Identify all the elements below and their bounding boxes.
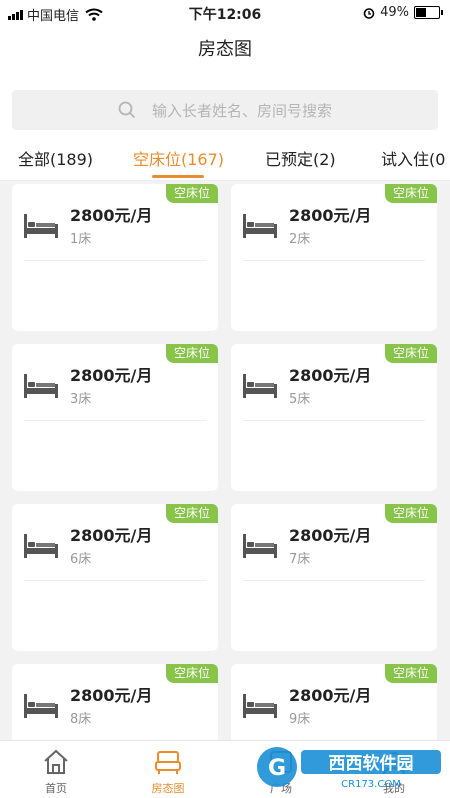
room-price: 2800元/月 [70, 206, 153, 225]
bed-number: 9床 [289, 712, 311, 727]
filter-tabs: 全部(189) 空床位(167) 已预定(2) 试入住(0 [0, 138, 450, 181]
watermark-sub: CR173.COM [341, 779, 401, 790]
room-card[interactable]: 空床位 2800元/月 3床 [12, 344, 218, 491]
divider [24, 420, 206, 421]
search-icon [118, 101, 136, 119]
room-card[interactable]: 空床位 2800元/月 2床 [231, 184, 437, 331]
bed-number: 1床 [70, 232, 92, 247]
status-bar: 中国电信 下午12:06 49% [0, 0, 450, 26]
bed-number: 3床 [70, 392, 92, 407]
search-placeholder: 输入长者姓名、房间号搜索 [151, 101, 332, 120]
watermark-logo-letter: G [268, 756, 286, 781]
room-price: 2800元/月 [289, 206, 372, 225]
room-card[interactable]: 空床位 2800元/月 9床 [231, 664, 437, 740]
room-price: 2800元/月 [70, 686, 153, 705]
room-price: 2800元/月 [289, 366, 372, 385]
tabbar-room-status[interactable]: 房态图 [112, 741, 224, 798]
tab-all[interactable]: 全部(189) [18, 146, 93, 170]
status-badge: 空床位 [385, 664, 437, 683]
room-grid: 空床位 2800元/月 1床 空床位 2800元/月 2床 空床位 2800元/… [0, 181, 450, 740]
watermark-logo: G 西西软件园 CR173.COM [257, 747, 441, 790]
room-card[interactable]: 空床位 2800元/月 7床 [231, 504, 437, 651]
bed-number: 6床 [70, 552, 92, 567]
active-tab-indicator [152, 175, 204, 178]
bed-icon [24, 374, 58, 398]
bed-icon [243, 214, 277, 238]
status-badge: 空床位 [166, 664, 218, 683]
status-right: 49% [363, 5, 443, 20]
divider [243, 420, 425, 421]
status-badge: 空床位 [385, 344, 437, 363]
room-card[interactable]: 空床位 2800元/月 6床 [12, 504, 218, 651]
status-badge: 空床位 [166, 504, 218, 523]
bed-icon [24, 694, 58, 718]
bed-number: 7床 [289, 552, 311, 567]
status-badge: 空床位 [166, 184, 218, 203]
tabbar-room-status-label: 房态图 [151, 782, 185, 795]
room-card[interactable]: 空床位 2800元/月 5床 [231, 344, 437, 491]
room-price: 2800元/月 [70, 526, 153, 545]
bed-number: 8床 [70, 712, 92, 727]
alarm-icon [363, 7, 375, 19]
bed-icon [243, 374, 277, 398]
room-card[interactable]: 空床位 2800元/月 8床 [12, 664, 218, 740]
tab-trial[interactable]: 试入住(0 [381, 146, 445, 170]
bed-number: 2床 [289, 232, 311, 247]
bed-icon [243, 534, 277, 558]
search-input[interactable]: 输入长者姓名、房间号搜索 [12, 90, 438, 130]
room-card[interactable]: 空床位 2800元/月 1床 [12, 184, 218, 331]
room-price: 2800元/月 [289, 686, 372, 705]
divider [243, 260, 425, 261]
bed-icon [24, 214, 58, 238]
divider [243, 580, 425, 581]
tabbar-home[interactable]: 首页 [0, 741, 112, 798]
room-price: 2800元/月 [70, 366, 153, 385]
status-badge: 空床位 [385, 504, 437, 523]
status-badge: 空床位 [166, 344, 218, 363]
page-title: 房态图 [198, 39, 252, 60]
room-price: 2800元/月 [289, 526, 372, 545]
watermark-text: 西西软件园 [329, 753, 414, 774]
tab-vacant[interactable]: 空床位(167) [133, 146, 224, 170]
divider [24, 580, 206, 581]
bed-number: 5床 [289, 392, 311, 407]
status-badge: 空床位 [385, 184, 437, 203]
tabbar-home-label: 首页 [45, 782, 67, 795]
bed-icon [243, 694, 277, 718]
nav-bar: 房态图 [0, 26, 450, 78]
search-bar: 输入长者姓名、房间号搜索 [0, 78, 450, 138]
home-icon [44, 749, 68, 774]
tab-reserved[interactable]: 已预定(2) [265, 146, 336, 170]
battery-icon [414, 6, 443, 19]
battery-percent: 49% [380, 5, 409, 20]
divider [24, 260, 206, 261]
bed-icon [155, 751, 181, 774]
bed-icon [24, 534, 58, 558]
